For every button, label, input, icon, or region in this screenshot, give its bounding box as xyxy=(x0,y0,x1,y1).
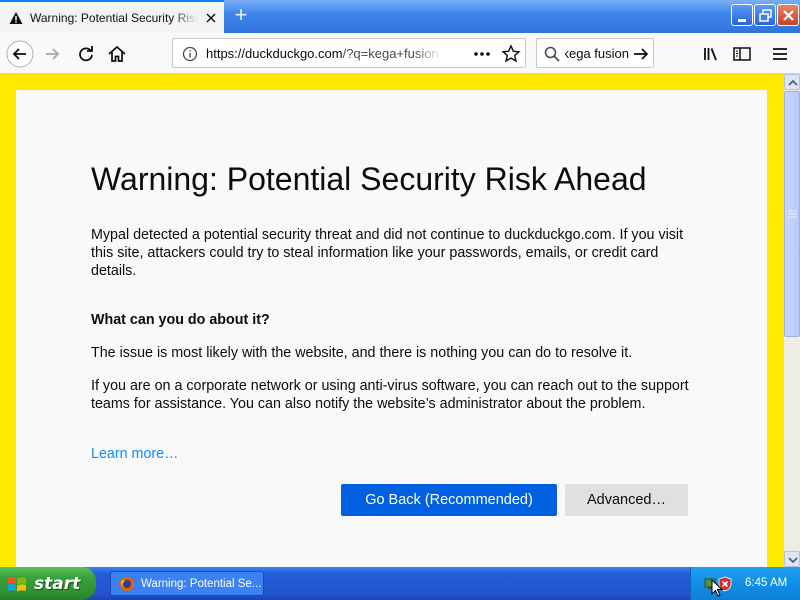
new-tab-button[interactable]: + xyxy=(230,4,252,27)
learn-more-link[interactable]: Learn more… xyxy=(91,446,178,462)
back-button[interactable] xyxy=(6,40,34,68)
explanation-text: The issue is most likely with the websit… xyxy=(91,345,633,361)
warning-page: Warning: Potential Security Risk Ahead M… xyxy=(16,90,767,567)
menu-button[interactable] xyxy=(766,40,794,68)
start-label: start xyxy=(34,573,81,594)
restore-button[interactable] xyxy=(754,4,776,26)
back-arrow-icon xyxy=(6,40,34,68)
info-icon[interactable] xyxy=(182,46,198,62)
bookmark-star-icon[interactable] xyxy=(501,44,521,64)
search-icon xyxy=(544,46,560,62)
scroll-down-icon xyxy=(788,557,798,564)
url-text[interactable]: https://duckduckgo.com/?q=kega+fusion xyxy=(206,46,442,61)
subheading: What can you do about it? xyxy=(91,312,270,328)
sidebar-icon xyxy=(733,47,751,61)
start-button[interactable]: start xyxy=(0,567,96,600)
url-path: /?q=kega+fusion xyxy=(342,46,439,61)
url-host: https://duckduckgo.com xyxy=(206,46,343,61)
tab-title: Warning: Potential Security Risk Ahead xyxy=(30,10,198,25)
advice-text: If you are on a corporate network or usi… xyxy=(91,378,689,412)
close-icon xyxy=(783,10,794,21)
search-bar[interactable]: kega fusion xyxy=(536,38,654,68)
mouse-cursor-icon xyxy=(711,579,724,597)
close-window-button[interactable] xyxy=(777,4,799,26)
taskbar-window-label: Warning: Potential Se... xyxy=(141,577,262,590)
taskbar-window-button[interactable]: Warning: Potential Se... xyxy=(110,571,264,596)
restore-icon xyxy=(759,9,772,22)
minimize-button[interactable] xyxy=(731,4,753,26)
vertical-scrollbar[interactable] xyxy=(784,74,800,567)
page-actions-icon[interactable] xyxy=(472,46,492,62)
taskbar: start Warning: Potential Se... 6:45 AM xyxy=(0,567,800,600)
scroll-up-button[interactable] xyxy=(784,74,800,90)
page-title: Warning: Potential Security Risk Ahead xyxy=(91,161,647,197)
home-button[interactable] xyxy=(103,40,131,68)
warning-icon xyxy=(9,11,23,24)
firefox-icon xyxy=(120,576,134,591)
navigation-toolbar: https://duckduckgo.com/?q=kega+fusion ke… xyxy=(0,33,800,74)
system-tray: 6:45 AM xyxy=(690,567,800,600)
clock: 6:45 AM xyxy=(745,577,788,589)
tab-close-icon[interactable] xyxy=(204,11,218,25)
reload-icon xyxy=(79,46,93,62)
advanced-button[interactable]: Advanced… xyxy=(565,484,688,516)
scroll-up-icon xyxy=(788,79,798,86)
go-back-button[interactable]: Go Back (Recommended) xyxy=(341,484,557,516)
forward-arrow-icon xyxy=(46,48,60,60)
scroll-thumb[interactable] xyxy=(784,91,800,337)
title-bar: Warning: Potential Security Risk Ahead + xyxy=(0,0,800,33)
minimize-icon xyxy=(738,19,746,22)
search-go-icon[interactable] xyxy=(632,46,650,62)
warning-page-band: Warning: Potential Security Risk Ahead M… xyxy=(0,74,784,567)
home-icon xyxy=(108,45,126,62)
reload-button[interactable] xyxy=(72,40,100,68)
forward-button[interactable] xyxy=(39,40,67,68)
sidebar-button[interactable] xyxy=(728,40,756,68)
library-button[interactable] xyxy=(698,40,726,68)
grip-icon xyxy=(789,210,797,218)
hamburger-menu-icon xyxy=(773,48,787,60)
scroll-down-button[interactable] xyxy=(784,551,800,567)
active-tab[interactable]: Warning: Potential Security Risk Ahead xyxy=(0,0,224,33)
search-input[interactable]: kega fusion xyxy=(565,46,629,61)
address-bar[interactable]: https://duckduckgo.com/?q=kega+fusion xyxy=(172,38,526,68)
intro-text: Mypal detected a potential security thre… xyxy=(91,227,684,279)
windows-logo-icon xyxy=(8,576,26,591)
library-icon xyxy=(704,48,717,61)
